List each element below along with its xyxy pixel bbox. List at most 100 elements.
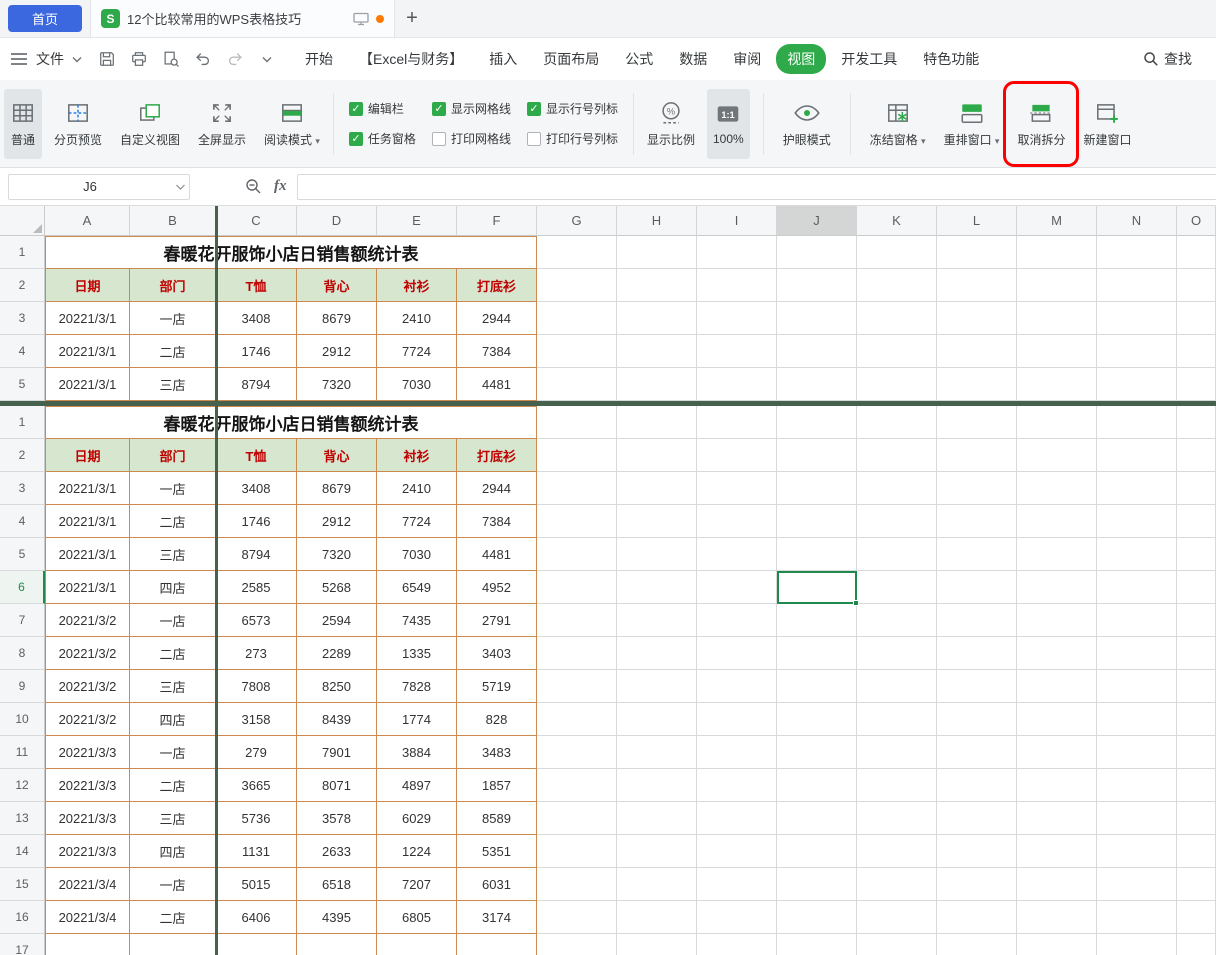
table-cell[interactable] bbox=[297, 934, 377, 955]
row-header-12[interactable]: 12 bbox=[0, 769, 45, 802]
ribbon-new-window-button[interactable]: 新建窗口 bbox=[1077, 89, 1137, 159]
cell[interactable] bbox=[537, 269, 617, 302]
table-cell[interactable]: 四店 bbox=[130, 703, 216, 736]
save-button[interactable] bbox=[96, 48, 118, 70]
table-cell[interactable]: 1224 bbox=[377, 835, 457, 868]
cell[interactable] bbox=[1017, 703, 1097, 736]
cell[interactable] bbox=[937, 335, 1017, 368]
home-tab[interactable]: 首页 bbox=[8, 5, 82, 32]
cell[interactable] bbox=[1097, 637, 1177, 670]
cell[interactable] bbox=[857, 368, 937, 401]
row-header-11[interactable]: 11 bbox=[0, 736, 45, 769]
menu-tab-special-features[interactable]: 特色功能 bbox=[912, 44, 990, 74]
cell[interactable] bbox=[1177, 335, 1216, 368]
select-all-corner[interactable] bbox=[0, 206, 45, 236]
table-cell[interactable]: 2791 bbox=[457, 604, 537, 637]
table-cell[interactable]: 4395 bbox=[297, 901, 377, 934]
table-cell[interactable]: 8794 bbox=[216, 368, 297, 401]
row-header-14[interactable]: 14 bbox=[0, 835, 45, 868]
table-cell[interactable]: 7808 bbox=[216, 670, 297, 703]
table-cell[interactable]: 2410 bbox=[377, 302, 457, 335]
cell[interactable] bbox=[617, 538, 697, 571]
table-cell[interactable]: 3408 bbox=[216, 472, 297, 505]
cell[interactable] bbox=[1017, 637, 1097, 670]
table-cell[interactable]: 20221/3/2 bbox=[45, 604, 130, 637]
row-header-3[interactable]: 3 bbox=[0, 302, 45, 335]
column-header-B[interactable]: B bbox=[130, 206, 216, 236]
table-cell[interactable]: 8794 bbox=[216, 538, 297, 571]
table-cell[interactable]: 6805 bbox=[377, 901, 457, 934]
cell[interactable] bbox=[537, 368, 617, 401]
cell[interactable] bbox=[777, 868, 857, 901]
table-cell[interactable]: 7030 bbox=[377, 368, 457, 401]
cell[interactable] bbox=[697, 736, 777, 769]
table-cell[interactable]: 1857 bbox=[457, 769, 537, 802]
table-cell[interactable]: 3884 bbox=[377, 736, 457, 769]
cell[interactable] bbox=[617, 335, 697, 368]
cell[interactable] bbox=[617, 736, 697, 769]
cell[interactable] bbox=[1017, 571, 1097, 604]
checkbox-edit-bar[interactable]: ✓编辑栏 bbox=[349, 100, 416, 117]
cell[interactable] bbox=[777, 368, 857, 401]
menu-tab-start[interactable]: 开始 bbox=[294, 44, 344, 74]
cell[interactable] bbox=[697, 439, 777, 472]
table-cell[interactable]: 4481 bbox=[457, 368, 537, 401]
cell[interactable] bbox=[937, 505, 1017, 538]
row-header-7[interactable]: 7 bbox=[0, 604, 45, 637]
table-cell[interactable]: 8679 bbox=[297, 302, 377, 335]
table-cell[interactable]: 1746 bbox=[216, 505, 297, 538]
cell[interactable] bbox=[777, 505, 857, 538]
cell[interactable] bbox=[697, 302, 777, 335]
table-cell[interactable]: 8679 bbox=[297, 472, 377, 505]
table-cell[interactable]: 20221/3/1 bbox=[45, 538, 130, 571]
cell[interactable] bbox=[1097, 736, 1177, 769]
cell[interactable] bbox=[1017, 868, 1097, 901]
cell[interactable] bbox=[537, 901, 617, 934]
table-cell[interactable]: 8589 bbox=[457, 802, 537, 835]
cell[interactable] bbox=[1097, 670, 1177, 703]
file-menu[interactable]: 文件 bbox=[34, 49, 66, 69]
cell[interactable] bbox=[777, 769, 857, 802]
table-cell[interactable] bbox=[457, 934, 537, 955]
cell[interactable] bbox=[617, 802, 697, 835]
cell[interactable] bbox=[697, 335, 777, 368]
column-header-N[interactable]: N bbox=[1097, 206, 1177, 236]
cell[interactable] bbox=[777, 637, 857, 670]
vertical-split-bar[interactable] bbox=[215, 206, 218, 955]
cell[interactable] bbox=[857, 406, 937, 439]
name-box[interactable]: J6 bbox=[8, 174, 190, 200]
cell[interactable] bbox=[617, 368, 697, 401]
namebox-dropdown-icon[interactable] bbox=[171, 184, 189, 190]
table-cell[interactable]: 四店 bbox=[130, 835, 216, 868]
cell[interactable] bbox=[617, 604, 697, 637]
cell[interactable] bbox=[1097, 302, 1177, 335]
cell[interactable] bbox=[777, 269, 857, 302]
table-cell[interactable]: 二店 bbox=[130, 505, 216, 538]
table-cell[interactable]: 二店 bbox=[130, 335, 216, 368]
row-header-4[interactable]: 4 bbox=[0, 505, 45, 538]
table-cell[interactable]: 5736 bbox=[216, 802, 297, 835]
table-cell[interactable]: 5719 bbox=[457, 670, 537, 703]
cell[interactable] bbox=[1177, 505, 1216, 538]
table-cell[interactable]: 三店 bbox=[130, 670, 216, 703]
cell[interactable] bbox=[937, 571, 1017, 604]
table-cell[interactable]: 4481 bbox=[457, 538, 537, 571]
cell[interactable] bbox=[1177, 835, 1216, 868]
cell[interactable] bbox=[777, 670, 857, 703]
table-cell[interactable]: 7828 bbox=[377, 670, 457, 703]
table-cell[interactable]: 20221/3/1 bbox=[45, 302, 130, 335]
table-cell[interactable] bbox=[130, 934, 216, 955]
cell[interactable] bbox=[857, 335, 937, 368]
cell[interactable] bbox=[777, 538, 857, 571]
row-header-13[interactable]: 13 bbox=[0, 802, 45, 835]
cell[interactable] bbox=[937, 472, 1017, 505]
column-header-J[interactable]: J bbox=[777, 206, 857, 236]
cell[interactable] bbox=[617, 670, 697, 703]
checkbox-show-gridlines[interactable]: ✓显示网格线 bbox=[432, 100, 511, 117]
row-header-2[interactable]: 2 bbox=[0, 269, 45, 302]
cell[interactable] bbox=[537, 769, 617, 802]
cell[interactable] bbox=[1017, 335, 1097, 368]
cell[interactable] bbox=[1177, 670, 1216, 703]
cell[interactable] bbox=[1097, 472, 1177, 505]
table-cell[interactable]: 2944 bbox=[457, 302, 537, 335]
